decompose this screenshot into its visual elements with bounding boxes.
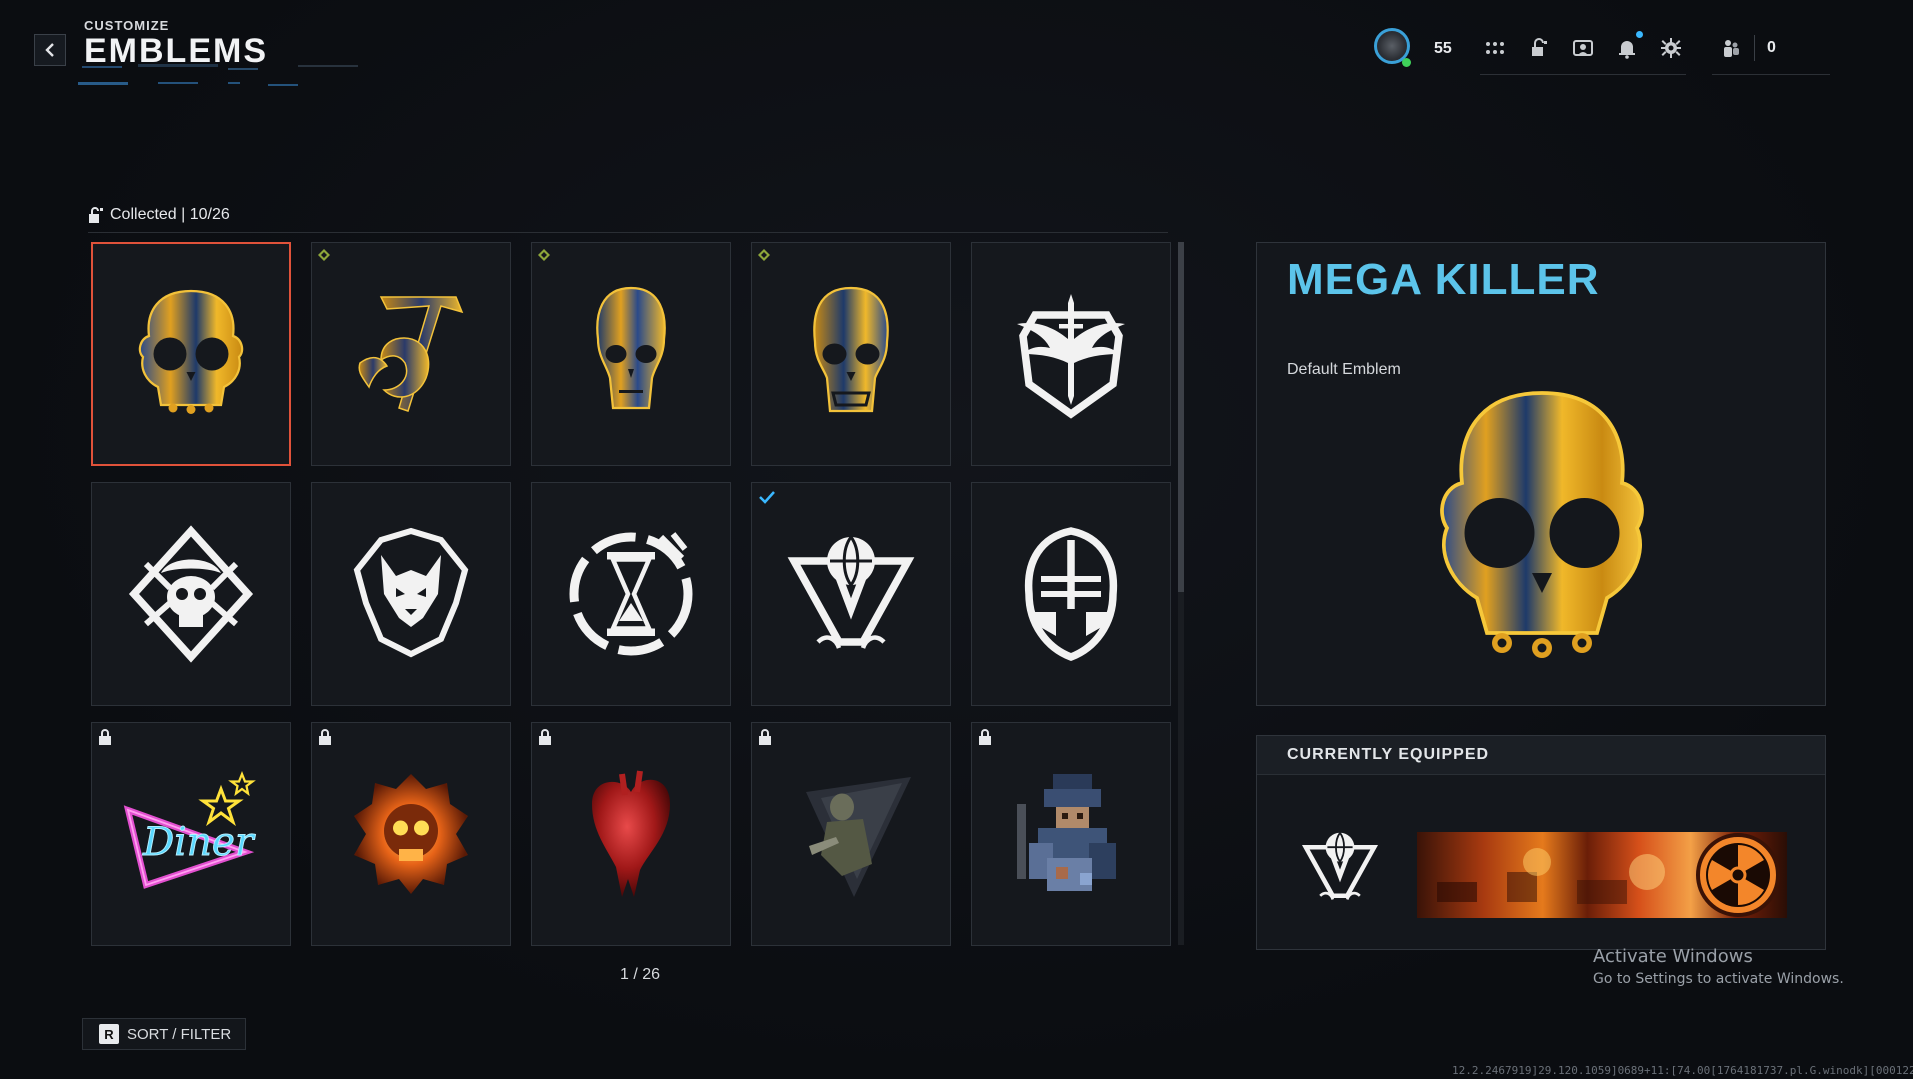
emblem-tile-flaming-skull[interactable] — [311, 722, 511, 946]
friends-count: 0 — [1767, 39, 1776, 56]
notifications-button[interactable] — [1612, 31, 1643, 62]
emblem-tile-bloody-heart[interactable] — [531, 722, 731, 946]
emblem-name: MEGA KILLER — [1287, 255, 1600, 304]
emblem-tile-gold-skull-b[interactable] — [531, 242, 731, 466]
online-status-dot — [1402, 58, 1411, 67]
apps-grid-icon — [1486, 42, 1504, 54]
emblem-tile-pixel-operator[interactable] — [971, 722, 1171, 946]
emblem-tile-reaper[interactable] — [311, 242, 511, 466]
svg-text:Diner: Diner — [142, 820, 256, 865]
lock-icon — [759, 729, 771, 745]
gold-reaper-emblem — [358, 296, 464, 412]
emblem-tile-wolf[interactable] — [311, 482, 511, 706]
r-key-hint: R — [99, 1024, 119, 1044]
activation-title: Activate Windows — [1593, 946, 1753, 967]
lock-icon — [979, 729, 991, 745]
pirate-skull-emblem — [128, 525, 254, 663]
collection-lock-icon — [89, 207, 103, 223]
page-kicker: CUSTOMIZE — [84, 18, 170, 33]
notification-dot — [1636, 31, 1643, 38]
new-item-icon — [318, 249, 330, 261]
gold-skull-c-emblem — [813, 286, 889, 413]
new-item-icon — [538, 249, 550, 261]
collected-label: Collected | 10/26 — [110, 206, 230, 223]
selected-emblem-preview — [1440, 391, 1644, 658]
lock-icon — [99, 729, 111, 745]
currently-equipped-panel: CURRENTLY EQUIPPED — [1256, 735, 1826, 950]
bell-icon — [1619, 41, 1635, 59]
page-indicator: 1 / 26 — [619, 966, 661, 983]
emblem-tile-neon-diner[interactable]: Diner — [91, 722, 291, 946]
activation-subtitle: Go to Settings to activate Windows. — [1593, 971, 1844, 987]
new-item-icon — [758, 249, 770, 261]
lock-icon — [539, 729, 551, 745]
wolf-crest-emblem — [353, 527, 469, 658]
emblem-tile-mega-killer[interactable] — [91, 242, 291, 466]
emblem-tile-pirate-skull[interactable] — [91, 482, 291, 706]
pixel-operator-emblem — [1017, 774, 1116, 891]
grid-scrollbar[interactable] — [1178, 242, 1184, 945]
barracks-icon — [1573, 40, 1593, 56]
globe-v-emblem — [787, 536, 915, 649]
neon-diner-emblem: Diner — [123, 770, 256, 889]
back-button[interactable] — [34, 34, 66, 66]
sort-filter-button[interactable]: R SORT / FILTER — [82, 1018, 246, 1050]
emblem-tile-winged-shield[interactable] — [971, 242, 1171, 466]
emblem-subtitle: Default Emblem — [1287, 361, 1401, 378]
sort-filter-label: SORT / FILTER — [127, 1025, 232, 1043]
radiation-icon — [1696, 833, 1780, 917]
windows-activation-watermark: Activate Windows Go to Settings to activ… — [1593, 946, 1844, 987]
winged-sword-shield-emblem — [1017, 294, 1125, 419]
collected-header: Collected | 10/26 — [88, 206, 1168, 233]
equipped-calling-card — [1417, 832, 1787, 918]
apps-grid-button[interactable] — [1480, 34, 1510, 62]
barracks-button[interactable] — [1568, 34, 1598, 62]
settings-button[interactable] — [1656, 34, 1686, 62]
top-hud: 55 0 — [1370, 26, 1830, 75]
friends-group[interactable]: 0 — [1712, 34, 1830, 75]
build-string: 12.2.2467919]29.120.1059]0689+11:[74.00[… — [1452, 1064, 1913, 1077]
equipped-header: CURRENTLY EQUIPPED — [1257, 736, 1825, 775]
unlock-icon — [1532, 38, 1547, 56]
equipped-emblem — [1301, 832, 1379, 900]
emblem-grid: Diner — [91, 242, 1171, 946]
emblem-tile-globe-v[interactable] — [751, 482, 951, 706]
title-glitch-decoration — [78, 64, 358, 86]
soldier-triangle-emblem — [806, 777, 911, 897]
chevron-left-icon — [45, 43, 54, 57]
flaming-skull-emblem — [354, 774, 468, 894]
equipped-check-icon — [759, 491, 775, 504]
gold-skull-emblem — [138, 289, 244, 414]
hud-divider — [1754, 35, 1755, 61]
emblem-tile-soldier-triangle[interactable] — [751, 722, 951, 946]
hud-icon-group — [1480, 31, 1686, 75]
hourglass-emblem — [569, 532, 693, 656]
lock-icon — [319, 729, 331, 745]
grid-scroll-thumb[interactable] — [1178, 242, 1184, 592]
knight-helmet-emblem — [1024, 527, 1118, 662]
gear-icon — [1661, 38, 1681, 58]
bloody-heart-emblem — [592, 770, 670, 897]
unlock-button[interactable] — [1524, 34, 1554, 62]
emblem-detail-panel: MEGA KILLER Default Emblem — [1256, 242, 1826, 706]
emblem-tile-hourglass[interactable] — [531, 482, 731, 706]
player-level: 55 — [1434, 40, 1452, 57]
friends-icon — [1724, 40, 1739, 57]
emblem-tile-knight-helmet[interactable] — [971, 482, 1171, 706]
emblem-tile-gold-skull-c[interactable] — [751, 242, 951, 466]
gold-skull-b-emblem — [596, 286, 666, 410]
